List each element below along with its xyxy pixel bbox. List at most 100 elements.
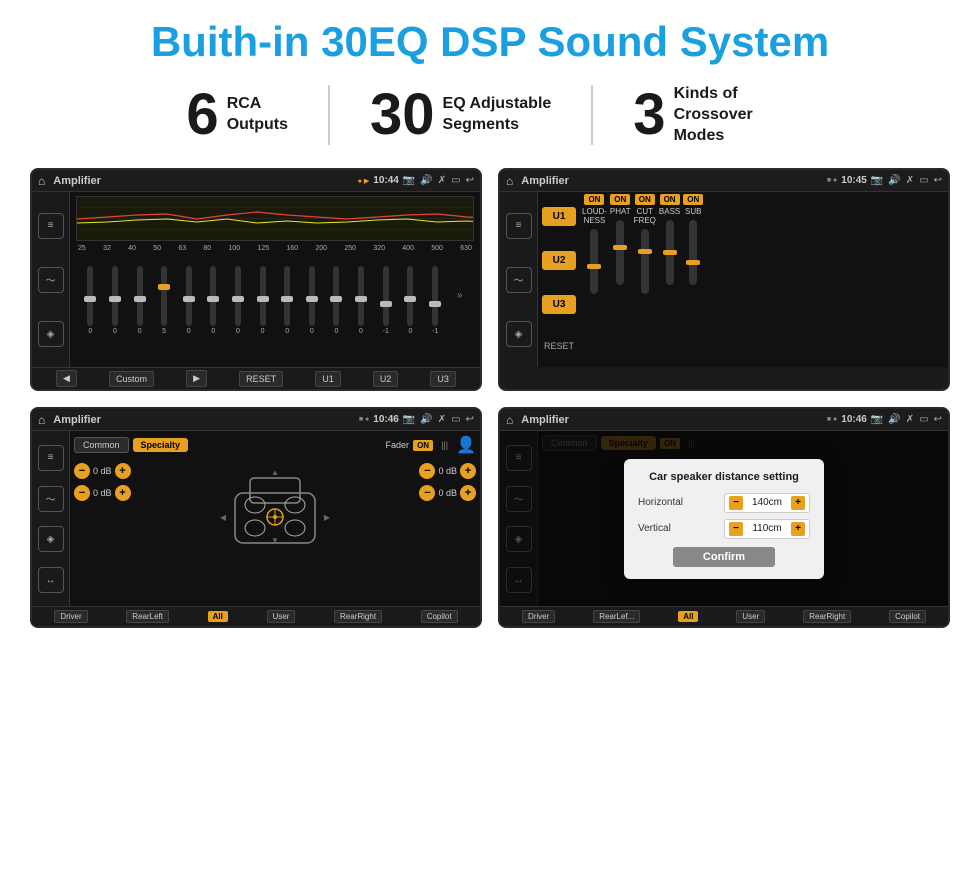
custom-btn[interactable]: Custom	[109, 371, 154, 387]
rearleft-btn-4[interactable]: RearLef...	[593, 610, 640, 623]
eq-slider-3[interactable]: 5	[161, 266, 167, 335]
vol-plus-fr[interactable]: +	[460, 463, 476, 479]
loudness-slider[interactable]	[590, 229, 598, 294]
on-badge-cutfreq[interactable]: ON	[635, 194, 655, 205]
home-icon-1[interactable]: ⌂	[38, 174, 45, 188]
on-badge-phat[interactable]: ON	[610, 194, 630, 205]
eq-slider-13[interactable]: 0	[407, 266, 413, 335]
sub-slider[interactable]	[689, 220, 697, 285]
window-icon-1[interactable]: ▭	[451, 175, 460, 186]
fader-on[interactable]: ON	[413, 440, 433, 451]
driver-btn[interactable]: Driver	[54, 610, 87, 623]
vertical-minus[interactable]: −	[729, 522, 743, 536]
common-tab[interactable]: Common	[74, 437, 129, 453]
horizontal-minus[interactable]: −	[729, 496, 743, 510]
confirm-button[interactable]: Confirm	[673, 547, 775, 567]
eq-slider-10[interactable]: 0	[333, 266, 339, 335]
home-icon-2[interactable]: ⌂	[506, 174, 513, 188]
vol-minus-rl[interactable]: −	[74, 485, 90, 501]
wave-icon-3[interactable]: 〜	[38, 486, 64, 512]
eq-icon-3[interactable]: ≡	[38, 445, 64, 471]
vol-minus-fl[interactable]: −	[74, 463, 90, 479]
eq-slider-11[interactable]: 0	[358, 266, 364, 335]
on-badge-loudness[interactable]: ON	[584, 194, 604, 205]
specialty-tab[interactable]: Specialty	[133, 438, 189, 452]
stat-rca-number: 6	[186, 86, 218, 144]
eq-icon-2[interactable]: ≡	[506, 213, 532, 239]
user-btn[interactable]: User	[267, 610, 296, 623]
play-btn[interactable]: ▶	[186, 370, 207, 387]
close-icon-1[interactable]: ✗	[438, 175, 446, 186]
arrows-icon-3[interactable]: ↔	[38, 567, 64, 593]
u1-btn-1[interactable]: U1	[315, 371, 341, 387]
rearright-btn[interactable]: RearRight	[334, 610, 382, 623]
all-btn[interactable]: All	[208, 611, 228, 622]
cutfreq-slider[interactable]	[641, 229, 649, 294]
eq-slider-6[interactable]: 0	[235, 266, 241, 335]
eq-slider-2[interactable]: 0	[137, 266, 143, 335]
topbar-title-4: Amplifier	[521, 414, 823, 426]
driver-btn-4[interactable]: Driver	[522, 610, 555, 623]
u3-btn[interactable]: U3	[542, 295, 576, 314]
eq-slider-12[interactable]: -1	[383, 266, 389, 335]
topbar-time-3: 10:46	[373, 414, 399, 425]
eq-slider-5[interactable]: 0	[210, 266, 216, 335]
u1-btn[interactable]: U1	[542, 207, 576, 226]
vol-minus-fr[interactable]: −	[419, 463, 435, 479]
eq-slider-4[interactable]: 0	[186, 266, 192, 335]
eq-icon[interactable]: ≡	[38, 213, 64, 239]
close-icon-4[interactable]: ✗	[906, 414, 914, 425]
eq-slider-1[interactable]: 0	[112, 266, 118, 335]
window-icon-4[interactable]: ▭	[919, 414, 928, 425]
more-icon[interactable]: »	[457, 290, 463, 301]
horizontal-stepper[interactable]: − 140cm +	[724, 493, 810, 513]
u3-btn-1[interactable]: U3	[430, 371, 456, 387]
eq-slider-8[interactable]: 0	[284, 266, 290, 335]
dot-icon-1: ● ▶	[358, 177, 370, 185]
vertical-stepper[interactable]: − 110cm +	[724, 519, 810, 539]
wave-icon[interactable]: 〜	[38, 267, 64, 293]
window-icon-2[interactable]: ▭	[919, 175, 928, 186]
phat-slider[interactable]	[616, 220, 624, 285]
reset-btn-1[interactable]: RESET	[239, 371, 283, 387]
back-icon-3[interactable]: ↩	[466, 414, 474, 425]
copilot-btn-4[interactable]: Copilot	[889, 610, 926, 623]
rearleft-btn[interactable]: RearLeft	[126, 610, 169, 623]
vol-plus-fl[interactable]: +	[115, 463, 131, 479]
user-btn-4[interactable]: User	[736, 610, 765, 623]
home-icon-4[interactable]: ⌂	[506, 413, 513, 427]
eq-slider-9[interactable]: 0	[309, 266, 315, 335]
horizontal-plus[interactable]: +	[791, 496, 805, 510]
close-icon-2[interactable]: ✗	[906, 175, 914, 186]
copilot-btn[interactable]: Copilot	[421, 610, 458, 623]
eq-slider-14[interactable]: -1	[432, 266, 438, 335]
on-badge-sub[interactable]: ON	[683, 194, 703, 205]
window-icon-3[interactable]: ▭	[451, 414, 460, 425]
speaker-icon-2[interactable]: ◈	[506, 321, 532, 347]
vol-val-rl: 0 dB	[93, 488, 112, 498]
eq-slider-0[interactable]: 0	[87, 266, 93, 335]
speaker-icon[interactable]: ◈	[38, 321, 64, 347]
back-icon-1[interactable]: ↩	[466, 175, 474, 186]
back-icon-4[interactable]: ↩	[934, 414, 942, 425]
reset-label-2[interactable]: RESET	[542, 339, 576, 353]
back-icon-2[interactable]: ↩	[934, 175, 942, 186]
vol-plus-rr[interactable]: +	[460, 485, 476, 501]
camera-icon-4: 📷	[871, 414, 883, 425]
rearright-btn-4[interactable]: RearRight	[803, 610, 851, 623]
wave-icon-2[interactable]: 〜	[506, 267, 532, 293]
prev-btn[interactable]: ◀	[56, 370, 77, 387]
eq-slider-7[interactable]: 0	[260, 266, 266, 335]
home-icon-3[interactable]: ⌂	[38, 413, 45, 427]
vol-plus-rl[interactable]: +	[115, 485, 131, 501]
close-icon-3[interactable]: ✗	[438, 414, 446, 425]
u2-btn[interactable]: U2	[542, 251, 576, 270]
all-btn-4[interactable]: All	[678, 611, 698, 622]
fader-slider-icon[interactable]: |||	[441, 440, 448, 450]
on-badge-bass[interactable]: ON	[660, 194, 680, 205]
u2-btn-1[interactable]: U2	[373, 371, 399, 387]
speaker-icon-3[interactable]: ◈	[38, 526, 64, 552]
bass-slider[interactable]	[666, 220, 674, 285]
vertical-plus[interactable]: +	[791, 522, 805, 536]
vol-minus-rr[interactable]: −	[419, 485, 435, 501]
